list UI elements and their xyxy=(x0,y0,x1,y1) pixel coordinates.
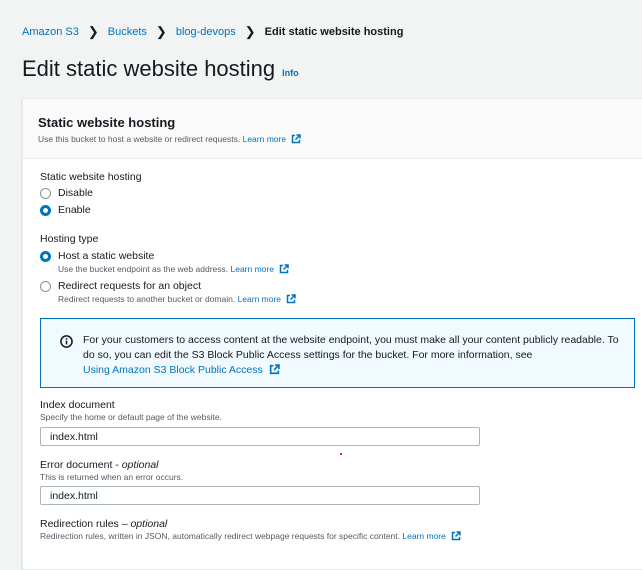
redirect-requests-description: Redirect requests to another bucket or d… xyxy=(58,294,297,304)
chevron-right-icon: ❯ xyxy=(87,24,99,39)
redirect-requests-desc-text: Redirect requests to another bucket or d… xyxy=(58,294,236,304)
index-document-label: Index document xyxy=(40,399,115,411)
breadcrumb-bucket-name[interactable]: blog-devops xyxy=(176,26,236,38)
error-document-label: Error document - optional xyxy=(40,459,159,471)
disable-radio[interactable] xyxy=(40,188,51,199)
error-document-input[interactable] xyxy=(40,486,480,505)
alert-message: For your customers to access content at … xyxy=(83,334,619,361)
page-title: Edit static website hosting xyxy=(22,56,276,81)
host-static-website-label: Host a static website xyxy=(58,250,155,262)
breadcrumb-buckets[interactable]: Buckets xyxy=(108,26,147,38)
learn-more-link[interactable]: Learn more xyxy=(243,134,286,144)
host-static-website-description: Use the bucket endpoint as the web addre… xyxy=(58,264,290,274)
enable-option[interactable]: Enable xyxy=(40,204,91,216)
breadcrumb-current: Edit static website hosting xyxy=(264,26,404,38)
optional-tag: optional xyxy=(121,459,159,471)
enable-label: Enable xyxy=(58,204,91,216)
external-link-icon[interactable] xyxy=(451,531,461,541)
redirection-rules-description: Redirection rules, written in JSON, auto… xyxy=(40,531,461,541)
learn-more-link[interactable]: Learn more xyxy=(402,531,445,541)
chevron-right-icon: ❯ xyxy=(244,24,256,39)
chevron-right-icon: ❯ xyxy=(155,24,167,39)
info-link[interactable]: Info xyxy=(282,68,299,78)
enable-radio[interactable] xyxy=(40,205,51,216)
external-link-icon[interactable] xyxy=(269,364,280,375)
info-icon xyxy=(60,335,73,348)
external-link-icon[interactable] xyxy=(291,134,302,144)
disable-option[interactable]: Disable xyxy=(40,187,93,199)
host-static-website-radio[interactable] xyxy=(40,251,51,262)
panel-title: Static website hosting xyxy=(38,115,176,130)
page-title-row: Edit static website hosting Info xyxy=(22,56,299,82)
redirect-requests-option[interactable]: Redirect requests for an object Redirect… xyxy=(40,280,297,304)
redirection-rules-desc-text: Redirection rules, written in JSON, auto… xyxy=(40,531,400,541)
index-document-description: Specify the home or default page of the … xyxy=(40,412,222,422)
redirect-requests-label: Redirect requests for an object xyxy=(58,280,201,292)
hosting-toggle-label: Static website hosting xyxy=(40,171,142,183)
redirect-requests-radio[interactable] xyxy=(40,281,51,292)
redirection-rules-label: Redirection rules – optional xyxy=(40,518,167,530)
hosting-type-label: Hosting type xyxy=(40,233,99,245)
index-document-input[interactable] xyxy=(40,427,480,446)
learn-more-link[interactable]: Learn more xyxy=(238,294,281,304)
panel-description-text: Use this bucket to host a website or red… xyxy=(38,134,241,144)
external-link-icon[interactable] xyxy=(286,294,297,304)
static-website-hosting-panel: Static website hosting Use this bucket t… xyxy=(22,98,642,570)
redirection-rules-label-text: Redirection rules – xyxy=(40,518,128,530)
learn-more-link[interactable]: Learn more xyxy=(230,264,273,274)
block-public-access-link[interactable]: Using Amazon S3 Block Public Access xyxy=(83,364,263,376)
panel-header: Static website hosting Use this bucket t… xyxy=(23,99,642,159)
host-static-website-option[interactable]: Host a static website Use the bucket end… xyxy=(40,250,290,274)
external-link-icon[interactable] xyxy=(279,264,290,274)
panel-description: Use this bucket to host a website or red… xyxy=(38,134,302,144)
error-document-label-text: Error document xyxy=(40,459,113,471)
alert-text: For your customers to access content at … xyxy=(83,333,620,378)
cursor-dot xyxy=(340,453,342,455)
host-static-website-desc-text: Use the bucket endpoint as the web addre… xyxy=(58,264,229,274)
breadcrumb-amazon-s3[interactable]: Amazon S3 xyxy=(22,26,79,38)
optional-tag: optional xyxy=(130,518,168,530)
error-document-description: This is returned when an error occurs. xyxy=(40,472,184,482)
breadcrumb: Amazon S3 ❯ Buckets ❯ blog-devops ❯ Edit… xyxy=(22,24,403,40)
public-access-info-alert: For your customers to access content at … xyxy=(40,318,635,388)
disable-label: Disable xyxy=(58,187,94,199)
